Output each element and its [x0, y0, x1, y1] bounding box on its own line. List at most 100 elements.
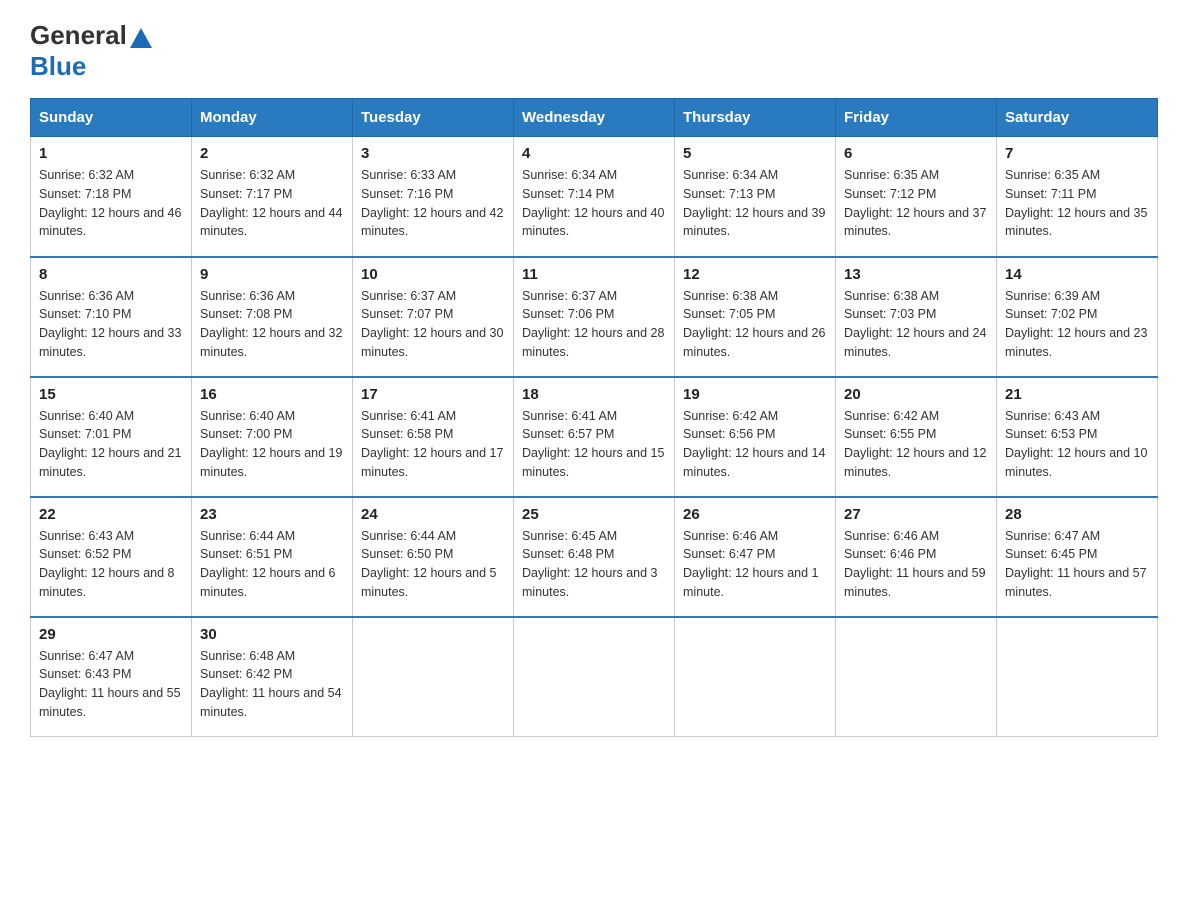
day-number: 28	[1005, 506, 1149, 523]
calendar-table: SundayMondayTuesdayWednesdayThursdayFrid…	[30, 98, 1158, 737]
calendar-cell: 23 Sunrise: 6:44 AMSunset: 6:51 PMDaylig…	[192, 497, 353, 617]
calendar-cell: 22 Sunrise: 6:43 AMSunset: 6:52 PMDaylig…	[31, 497, 192, 617]
day-number: 10	[361, 266, 505, 283]
day-number: 6	[844, 145, 988, 162]
day-number: 2	[200, 145, 344, 162]
weekday-tuesday: Tuesday	[353, 99, 514, 137]
calendar-cell: 19 Sunrise: 6:42 AMSunset: 6:56 PMDaylig…	[675, 377, 836, 497]
day-info: Sunrise: 6:38 AMSunset: 7:03 PMDaylight:…	[844, 289, 986, 359]
day-number: 29	[39, 626, 183, 643]
day-info: Sunrise: 6:33 AMSunset: 7:16 PMDaylight:…	[361, 168, 503, 238]
calendar-cell: 5 Sunrise: 6:34 AMSunset: 7:13 PMDayligh…	[675, 137, 836, 257]
logo-general-part: General	[30, 20, 127, 51]
week-row-1: 1 Sunrise: 6:32 AMSunset: 7:18 PMDayligh…	[31, 137, 1158, 257]
day-info: Sunrise: 6:48 AMSunset: 6:42 PMDaylight:…	[200, 649, 342, 719]
calendar-cell: 8 Sunrise: 6:36 AMSunset: 7:10 PMDayligh…	[31, 257, 192, 377]
calendar-cell: 2 Sunrise: 6:32 AMSunset: 7:17 PMDayligh…	[192, 137, 353, 257]
day-number: 7	[1005, 145, 1149, 162]
week-row-5: 29 Sunrise: 6:47 AMSunset: 6:43 PMDaylig…	[31, 617, 1158, 737]
day-info: Sunrise: 6:38 AMSunset: 7:05 PMDaylight:…	[683, 289, 825, 359]
weekday-header-row: SundayMondayTuesdayWednesdayThursdayFrid…	[31, 99, 1158, 137]
day-number: 3	[361, 145, 505, 162]
calendar-cell: 4 Sunrise: 6:34 AMSunset: 7:14 PMDayligh…	[514, 137, 675, 257]
calendar-cell: 12 Sunrise: 6:38 AMSunset: 7:05 PMDaylig…	[675, 257, 836, 377]
day-info: Sunrise: 6:34 AMSunset: 7:13 PMDaylight:…	[683, 168, 825, 238]
day-info: Sunrise: 6:37 AMSunset: 7:07 PMDaylight:…	[361, 289, 503, 359]
calendar-cell: 25 Sunrise: 6:45 AMSunset: 6:48 PMDaylig…	[514, 497, 675, 617]
calendar-cell	[997, 617, 1158, 737]
day-info: Sunrise: 6:40 AMSunset: 7:00 PMDaylight:…	[200, 409, 342, 479]
day-info: Sunrise: 6:39 AMSunset: 7:02 PMDaylight:…	[1005, 289, 1147, 359]
day-number: 21	[1005, 386, 1149, 403]
logo: General Blue	[30, 20, 155, 82]
calendar-cell: 6 Sunrise: 6:35 AMSunset: 7:12 PMDayligh…	[836, 137, 997, 257]
calendar-cell	[514, 617, 675, 737]
day-info: Sunrise: 6:42 AMSunset: 6:55 PMDaylight:…	[844, 409, 986, 479]
calendar-cell: 17 Sunrise: 6:41 AMSunset: 6:58 PMDaylig…	[353, 377, 514, 497]
day-number: 9	[200, 266, 344, 283]
day-info: Sunrise: 6:34 AMSunset: 7:14 PMDaylight:…	[522, 168, 664, 238]
calendar-cell: 9 Sunrise: 6:36 AMSunset: 7:08 PMDayligh…	[192, 257, 353, 377]
day-info: Sunrise: 6:43 AMSunset: 6:52 PMDaylight:…	[39, 529, 175, 599]
day-number: 26	[683, 506, 827, 523]
day-number: 27	[844, 506, 988, 523]
week-row-4: 22 Sunrise: 6:43 AMSunset: 6:52 PMDaylig…	[31, 497, 1158, 617]
day-info: Sunrise: 6:37 AMSunset: 7:06 PMDaylight:…	[522, 289, 664, 359]
day-number: 20	[844, 386, 988, 403]
day-number: 16	[200, 386, 344, 403]
day-info: Sunrise: 6:41 AMSunset: 6:58 PMDaylight:…	[361, 409, 503, 479]
day-number: 19	[683, 386, 827, 403]
day-info: Sunrise: 6:42 AMSunset: 6:56 PMDaylight:…	[683, 409, 825, 479]
day-number: 22	[39, 506, 183, 523]
calendar-cell: 28 Sunrise: 6:47 AMSunset: 6:45 PMDaylig…	[997, 497, 1158, 617]
day-number: 5	[683, 145, 827, 162]
day-info: Sunrise: 6:46 AMSunset: 6:47 PMDaylight:…	[683, 529, 819, 599]
calendar-cell: 15 Sunrise: 6:40 AMSunset: 7:01 PMDaylig…	[31, 377, 192, 497]
calendar-cell: 11 Sunrise: 6:37 AMSunset: 7:06 PMDaylig…	[514, 257, 675, 377]
calendar-cell: 29 Sunrise: 6:47 AMSunset: 6:43 PMDaylig…	[31, 617, 192, 737]
week-row-2: 8 Sunrise: 6:36 AMSunset: 7:10 PMDayligh…	[31, 257, 1158, 377]
calendar-cell: 27 Sunrise: 6:46 AMSunset: 6:46 PMDaylig…	[836, 497, 997, 617]
calendar-cell	[836, 617, 997, 737]
day-number: 14	[1005, 266, 1149, 283]
calendar-cell: 16 Sunrise: 6:40 AMSunset: 7:00 PMDaylig…	[192, 377, 353, 497]
day-info: Sunrise: 6:41 AMSunset: 6:57 PMDaylight:…	[522, 409, 664, 479]
calendar-cell	[675, 617, 836, 737]
calendar-cell: 30 Sunrise: 6:48 AMSunset: 6:42 PMDaylig…	[192, 617, 353, 737]
day-number: 25	[522, 506, 666, 523]
weekday-sunday: Sunday	[31, 99, 192, 137]
day-info: Sunrise: 6:47 AMSunset: 6:45 PMDaylight:…	[1005, 529, 1147, 599]
weekday-friday: Friday	[836, 99, 997, 137]
day-info: Sunrise: 6:44 AMSunset: 6:51 PMDaylight:…	[200, 529, 336, 599]
logo-triangle-icon	[130, 28, 152, 48]
day-info: Sunrise: 6:32 AMSunset: 7:18 PMDaylight:…	[39, 168, 181, 238]
day-info: Sunrise: 6:32 AMSunset: 7:17 PMDaylight:…	[200, 168, 342, 238]
day-number: 11	[522, 266, 666, 283]
day-info: Sunrise: 6:47 AMSunset: 6:43 PMDaylight:…	[39, 649, 181, 719]
day-info: Sunrise: 6:46 AMSunset: 6:46 PMDaylight:…	[844, 529, 986, 599]
calendar-cell	[353, 617, 514, 737]
day-number: 18	[522, 386, 666, 403]
day-number: 30	[200, 626, 344, 643]
day-info: Sunrise: 6:36 AMSunset: 7:08 PMDaylight:…	[200, 289, 342, 359]
day-number: 1	[39, 145, 183, 162]
calendar-cell: 21 Sunrise: 6:43 AMSunset: 6:53 PMDaylig…	[997, 377, 1158, 497]
weekday-monday: Monday	[192, 99, 353, 137]
day-number: 24	[361, 506, 505, 523]
day-number: 23	[200, 506, 344, 523]
calendar-cell: 24 Sunrise: 6:44 AMSunset: 6:50 PMDaylig…	[353, 497, 514, 617]
calendar-cell: 1 Sunrise: 6:32 AMSunset: 7:18 PMDayligh…	[31, 137, 192, 257]
day-info: Sunrise: 6:35 AMSunset: 7:11 PMDaylight:…	[1005, 168, 1147, 238]
calendar-cell: 26 Sunrise: 6:46 AMSunset: 6:47 PMDaylig…	[675, 497, 836, 617]
logo-blue-part: Blue	[30, 51, 86, 81]
day-number: 12	[683, 266, 827, 283]
day-number: 4	[522, 145, 666, 162]
calendar-cell: 13 Sunrise: 6:38 AMSunset: 7:03 PMDaylig…	[836, 257, 997, 377]
day-info: Sunrise: 6:35 AMSunset: 7:12 PMDaylight:…	[844, 168, 986, 238]
weekday-wednesday: Wednesday	[514, 99, 675, 137]
day-number: 15	[39, 386, 183, 403]
day-info: Sunrise: 6:45 AMSunset: 6:48 PMDaylight:…	[522, 529, 658, 599]
weekday-thursday: Thursday	[675, 99, 836, 137]
day-number: 8	[39, 266, 183, 283]
day-info: Sunrise: 6:44 AMSunset: 6:50 PMDaylight:…	[361, 529, 497, 599]
